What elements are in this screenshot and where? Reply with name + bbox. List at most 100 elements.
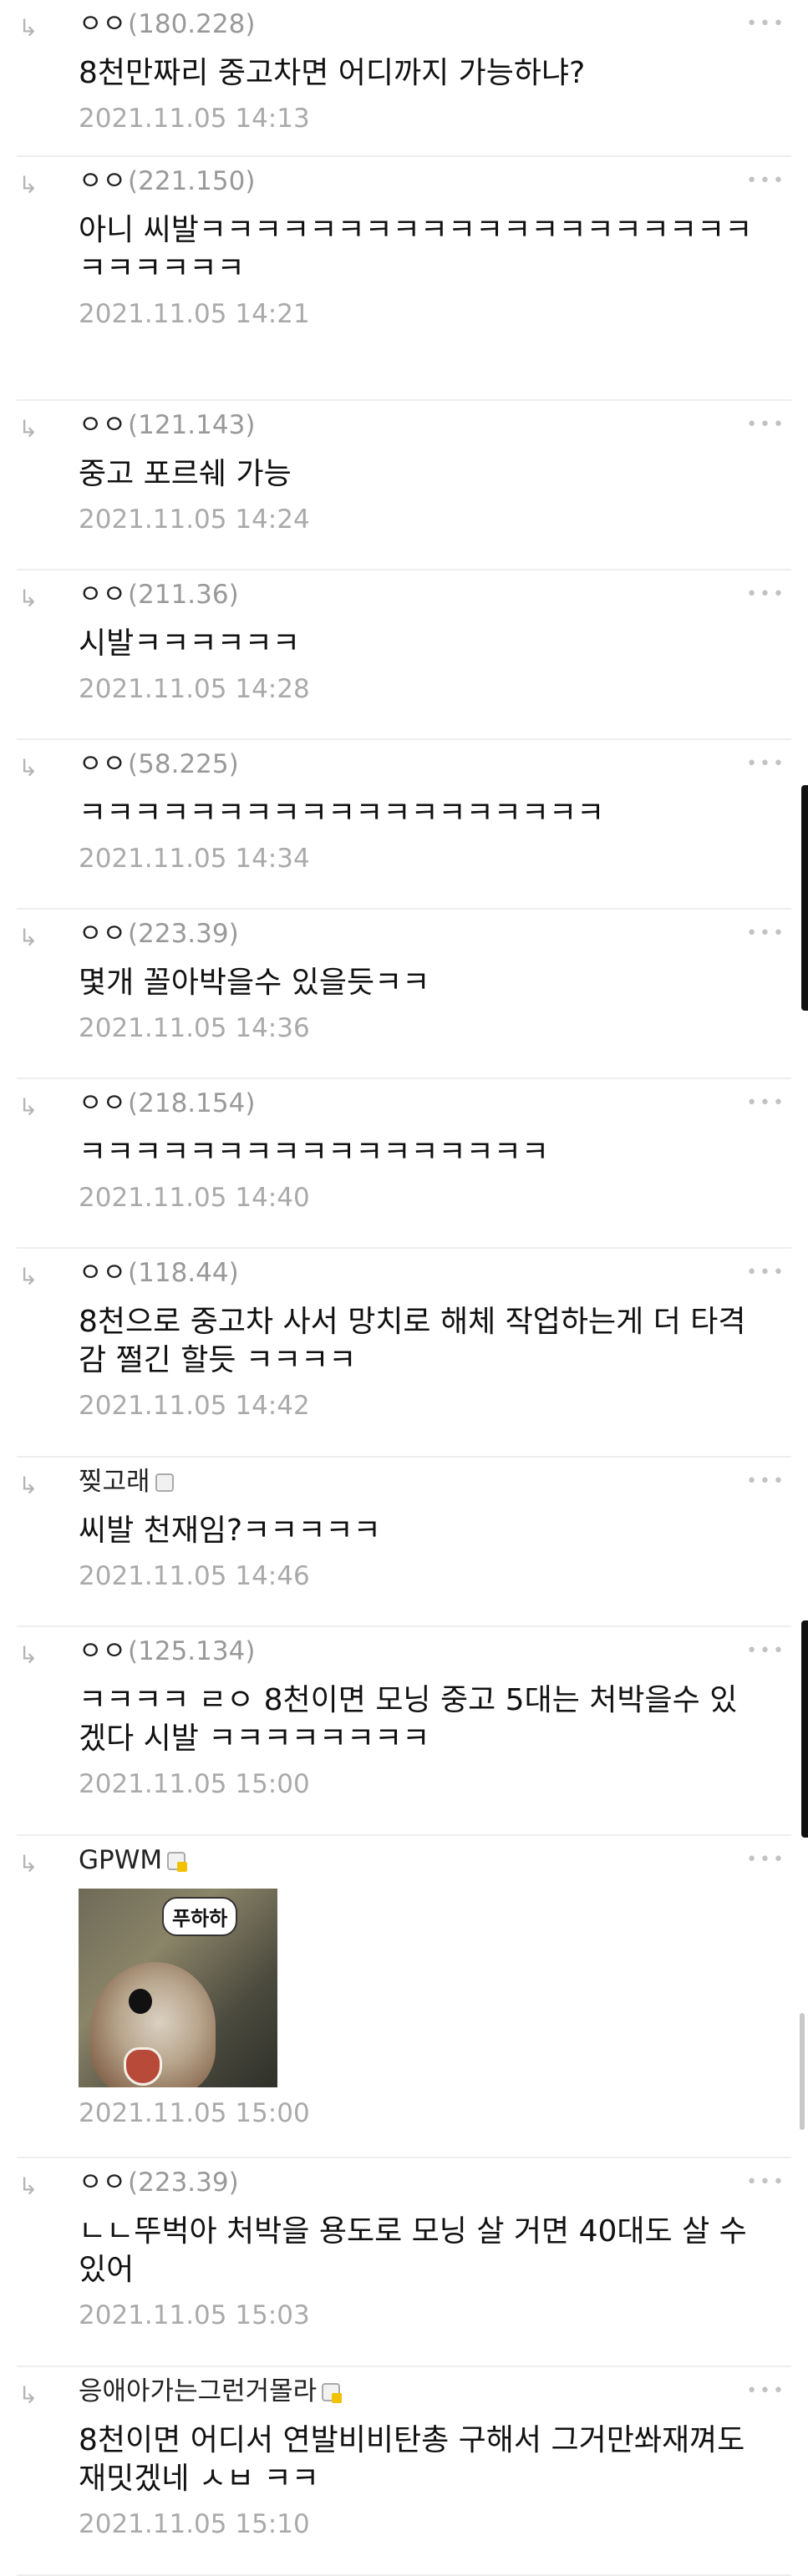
- writer-nickname[interactable]: ㅇㅇ: [79, 582, 126, 608]
- more-options-icon[interactable]: •••: [746, 1642, 786, 1661]
- reply-arrow-icon: ↳: [18, 1641, 38, 1669]
- more-options-icon[interactable]: •••: [746, 1851, 786, 1869]
- reply-arrow-icon: ↳: [18, 1263, 38, 1291]
- comment-text: 8천으로 중고차 사서 망치로 해체 작업하는게 더 타격감 쩔긴 할듯 ㅋㅋㅋ…: [79, 1305, 746, 1377]
- member-badge-icon: [155, 1473, 174, 1492]
- more-options-icon[interactable]: •••: [746, 1473, 786, 1491]
- edge-marker: [801, 785, 808, 1011]
- more-options-icon[interactable]: •••: [746, 15, 786, 33]
- edge-marker: [801, 1620, 808, 1838]
- more-options-icon[interactable]: •••: [746, 1264, 786, 1282]
- comment-item: ↳ ㅇㅇ (223.39) ••• ㄴㄴ뚜벅아 처박을 용도로 모닝 살 거면 40대도…: [17, 2158, 791, 2367]
- reply-arrow-icon: ↳: [18, 1850, 38, 1878]
- comment-writer[interactable]: ㅇㅇ (180.228): [79, 12, 758, 38]
- reply-arrow-icon: ↳: [18, 2381, 38, 2409]
- comment-writer[interactable]: ㅇㅇ (121.143): [79, 413, 758, 439]
- comment-date: 2021.11.05 14:42: [79, 1391, 310, 1421]
- dccon-image[interactable]: 푸하하: [79, 1889, 277, 2087]
- writer-nickname[interactable]: ㅇㅇ: [79, 2170, 126, 2196]
- comment-writer[interactable]: ㅇㅇ (223.39): [79, 921, 758, 947]
- writer-ip: (121.143): [128, 410, 256, 440]
- comment-writer[interactable]: GPWM: [79, 1848, 758, 1874]
- writer-nickname[interactable]: ㅇㅇ: [79, 921, 126, 947]
- more-options-icon[interactable]: •••: [746, 1094, 786, 1113]
- writer-nickname[interactable]: ㅇㅇ: [79, 169, 126, 195]
- comment-text: 아니 씨발ㅋㅋㅋㅋㅋㅋㅋㅋㅋㅋㅋㅋㅋㅋㅋㅋㅋㅋㅋㅋㅋㅋㅋㅋㅋㅋ: [79, 213, 753, 286]
- comment-item: ↳ ㅇㅇ (121.143) ••• 중고 포르쉐 가능 2021.11.05 14:24: [17, 401, 791, 570]
- writer-nickname[interactable]: ㅇㅇ: [79, 752, 126, 778]
- comment-text: ㅋㅋㅋㅋㅋㅋㅋㅋㅋㅋㅋㅋㅋㅋㅋㅋㅋ: [79, 1135, 550, 1169]
- reply-arrow-icon: ↳: [18, 754, 38, 782]
- member-badge-icon: [167, 1851, 188, 1872]
- writer-nickname[interactable]: ㅇㅇ: [79, 1639, 126, 1665]
- speech-bubble: 푸하하: [162, 1897, 238, 1936]
- squirrel-eye: [129, 1989, 152, 2014]
- comment-date: 2021.11.05 14:36: [79, 1013, 310, 1043]
- comment-text: 8천이면 어디서 연발비비탄총 구해서 그거만쏴재껴도 재밋겠네 ㅅㅂ ㅋㅋ: [79, 2423, 745, 2496]
- comment-date: 2021.11.05 14:24: [79, 505, 310, 535]
- squirrel-mouth: [124, 2047, 162, 2086]
- comment-writer[interactable]: ㅇㅇ (221.150): [79, 169, 758, 195]
- reply-arrow-icon: ↳: [18, 1093, 38, 1121]
- writer-nickname[interactable]: ㅇㅇ: [79, 1091, 126, 1117]
- writer-nickname[interactable]: 찢고래: [79, 1469, 150, 1495]
- more-options-icon[interactable]: •••: [746, 172, 786, 190]
- comment-item: ↳ ㅇㅇ (221.150) ••• 아니 씨발ㅋㅋㅋㅋㅋㅋㅋㅋㅋㅋㅋㅋㅋㅋㅋㅋㅋㅋㅋㅋ…: [17, 157, 791, 401]
- comment-date: 2021.11.05 15:03: [79, 2300, 310, 2330]
- more-options-icon[interactable]: •••: [746, 925, 786, 943]
- comment-writer[interactable]: 응애아가는그런거몰라: [79, 2379, 758, 2405]
- comment-writer[interactable]: ㅇㅇ (118.44): [79, 1260, 758, 1286]
- comment-date: 2021.11.05 15:00: [79, 2098, 310, 2128]
- comment-item: ↳ ㅇㅇ (58.225) ••• ㅋㅋㅋㅋㅋㅋㅋㅋㅋㅋㅋㅋㅋㅋㅋㅋㅋㅋㅋ 2021.11…: [17, 740, 791, 910]
- writer-ip: (211.36): [128, 580, 239, 610]
- comment-list: ↳ ㅇㅇ (180.228) ••• 8천만짜리 중고차면 어디까지 가능하냐? 2021…: [0, 0, 808, 2576]
- writer-ip: (125.134): [128, 1636, 256, 1666]
- comment-writer[interactable]: ㅇㅇ (223.39): [79, 2170, 758, 2196]
- writer-ip: (218.154): [128, 1088, 256, 1118]
- comment-date: 2021.11.05 14:46: [79, 1561, 310, 1591]
- more-options-icon[interactable]: •••: [746, 416, 786, 434]
- scrollbar-thumb[interactable]: [800, 2013, 805, 2130]
- writer-ip: (221.150): [128, 166, 256, 196]
- reply-arrow-icon: ↳: [18, 14, 38, 42]
- comment-item: ↳ 응애아가는그런거몰라 ••• 8천이면 어디서 연발비비탄총 구해서 그거만쏴재껴…: [17, 2367, 791, 2576]
- comment-writer[interactable]: 찢고래: [79, 1469, 758, 1495]
- writer-ip: (223.39): [128, 2168, 239, 2198]
- writer-nickname[interactable]: GPWM: [79, 1848, 162, 1874]
- comment-text: ㄴㄴ뚜벅아 처박을 용도로 모닝 살 거면 40대도 살 수 있어: [79, 2214, 747, 2287]
- comment-writer[interactable]: ㅇㅇ (125.134): [79, 1639, 758, 1665]
- comment-item: ↳ GPWM ••• 푸하하 2021.11.05 15:00: [17, 1836, 791, 2158]
- writer-ip: (58.225): [128, 749, 239, 779]
- comment-item: ↳ ㅇㅇ (118.44) ••• 8천으로 중고차 사서 망치로 해체 작업하는게 더…: [17, 1249, 791, 1458]
- comment-date: 2021.11.05 14:28: [79, 674, 310, 704]
- more-options-icon[interactable]: •••: [746, 2173, 786, 2192]
- comment-date: 2021.11.05 14:34: [79, 844, 310, 874]
- writer-ip: (223.39): [128, 919, 239, 949]
- comment-date: 2021.11.05 14:21: [79, 299, 310, 329]
- writer-nickname[interactable]: ㅇㅇ: [79, 12, 126, 38]
- more-options-icon[interactable]: •••: [746, 586, 786, 604]
- comment-date: 2021.11.05 15:00: [79, 1769, 310, 1799]
- comment-text: 시발ㅋㅋㅋㅋㅋㅋ: [79, 626, 300, 661]
- comment-date: 2021.11.05 14:40: [79, 1183, 310, 1213]
- more-options-icon[interactable]: •••: [746, 2382, 786, 2401]
- writer-nickname[interactable]: ㅇㅇ: [79, 413, 126, 439]
- comment-text: ㅋㅋㅋㅋ ㄹㅇ 8천이면 모닝 중고 5대는 처박을수 있겠다 시발 ㅋㅋㅋㅋㅋ…: [79, 1683, 738, 1756]
- comment-item: ↳ ㅇㅇ (125.134) ••• ㅋㅋㅋㅋ ㄹㅇ 8천이면 모닝 중고 5대는 처박…: [17, 1627, 791, 1836]
- comment-date: 2021.11.05 14:13: [79, 104, 310, 134]
- comment-item: ↳ ㅇㅇ (211.36) ••• 시발ㅋㅋㅋㅋㅋㅋ 2021.11.05 14:28: [17, 570, 791, 740]
- comment-text: 중고 포르쉐 가능: [79, 457, 292, 491]
- comment-text: 씨발 천재임?ㅋㅋㅋㅋㅋ: [79, 1514, 381, 1548]
- writer-ip: (180.228): [128, 9, 256, 39]
- reply-arrow-icon: ↳: [18, 171, 38, 199]
- comment-writer[interactable]: ㅇㅇ (58.225): [79, 752, 758, 778]
- comment-writer[interactable]: ㅇㅇ (218.154): [79, 1091, 758, 1117]
- comment-item: ↳ ㅇㅇ (223.39) ••• 몇개 꼴아박을수 있을듯ㅋㅋ 2021.11.05 1…: [17, 910, 791, 1079]
- comment-text: ㅋㅋㅋㅋㅋㅋㅋㅋㅋㅋㅋㅋㅋㅋㅋㅋㅋㅋㅋ: [79, 796, 605, 830]
- writer-nickname[interactable]: 응애아가는그런거몰라: [79, 2379, 317, 2405]
- more-options-icon[interactable]: •••: [746, 755, 786, 773]
- writer-nickname[interactable]: ㅇㅇ: [79, 1260, 126, 1286]
- comment-writer[interactable]: ㅇㅇ (211.36): [79, 582, 758, 608]
- reply-arrow-icon: ↳: [18, 585, 38, 612]
- reply-arrow-icon: ↳: [18, 415, 38, 443]
